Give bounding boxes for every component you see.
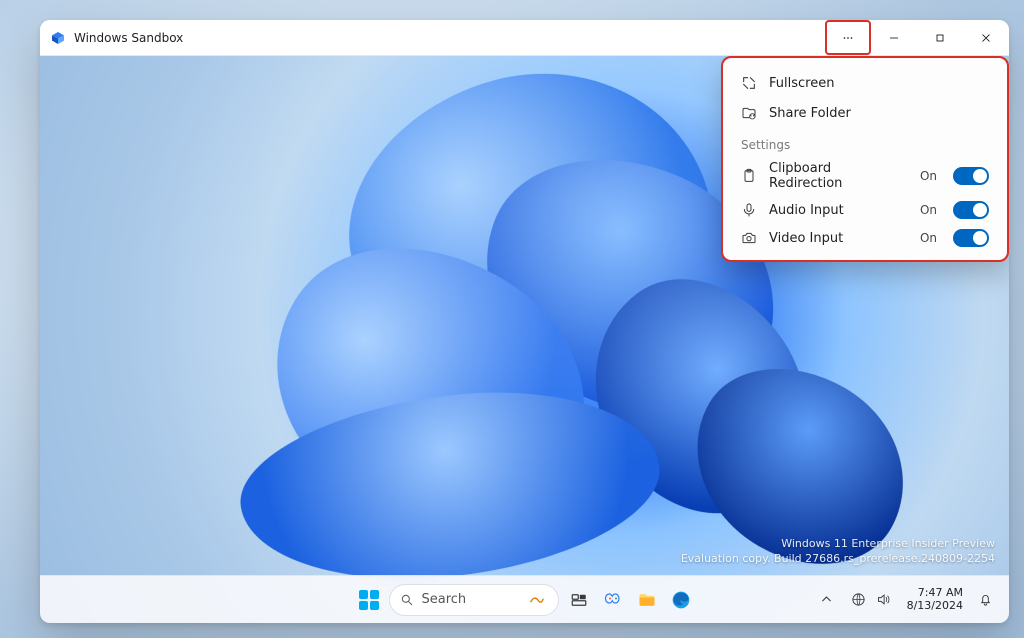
volume-icon	[876, 592, 891, 607]
ellipsis-icon	[842, 32, 854, 44]
edge-icon	[671, 590, 691, 610]
clipboard-icon	[741, 168, 757, 184]
task-view-button[interactable]	[565, 586, 593, 614]
toggle-audio-input[interactable]	[953, 201, 989, 219]
settings-section-label: Settings	[727, 128, 1003, 156]
titlebar[interactable]: Windows Sandbox	[40, 20, 1009, 56]
taskbar-right: 7:47 AM 8/13/2024	[813, 586, 999, 614]
toggle-clipboard-redirection[interactable]	[953, 167, 989, 185]
setting-audio-input: Audio Input On	[727, 196, 1003, 224]
taskbar-search[interactable]: Search	[389, 584, 559, 616]
close-button[interactable]	[963, 20, 1009, 55]
search-icon	[400, 593, 414, 607]
copilot-button[interactable]	[599, 586, 627, 614]
copilot-icon	[604, 591, 622, 609]
tray-overflow-button[interactable]	[813, 586, 841, 614]
menu-item-label: Fullscreen	[769, 76, 834, 91]
watermark-line: Evaluation copy. Build 27686.rs_prerelea…	[681, 552, 995, 567]
system-tray: 7:47 AM 8/13/2024	[813, 586, 999, 614]
share-folder-icon	[741, 105, 757, 121]
close-icon	[980, 32, 992, 44]
toggle-video-input[interactable]	[953, 229, 989, 247]
minimize-icon	[888, 32, 900, 44]
sandbox-window: Windows Sandbox Fullscreen	[40, 20, 1009, 623]
setting-state: On	[920, 231, 937, 245]
notifications-button[interactable]	[971, 586, 999, 614]
quick-settings-button[interactable]	[843, 588, 899, 611]
windows-watermark: Windows 11 Enterprise Insider Preview Ev…	[681, 537, 995, 567]
camera-icon	[741, 230, 757, 246]
sandbox-icon	[50, 30, 66, 46]
window-title: Windows Sandbox	[74, 31, 183, 45]
menu-item-share-folder[interactable]: Share Folder	[727, 98, 1003, 128]
search-placeholder: Search	[422, 592, 467, 607]
maximize-button[interactable]	[917, 20, 963, 55]
taskbar-center: Search	[355, 584, 695, 616]
more-options-button[interactable]	[825, 20, 871, 55]
network-icon	[851, 592, 866, 607]
edge-button[interactable]	[667, 586, 695, 614]
fullscreen-icon	[741, 75, 757, 91]
setting-label: Clipboard Redirection	[769, 161, 908, 191]
task-view-icon	[570, 591, 588, 609]
menu-item-label: Share Folder	[769, 106, 851, 121]
bell-icon	[978, 592, 993, 607]
folder-icon	[637, 590, 657, 610]
clock-time: 7:47 AM	[918, 587, 963, 599]
file-explorer-button[interactable]	[633, 586, 661, 614]
setting-label: Audio Input	[769, 203, 908, 218]
minimize-button[interactable]	[871, 20, 917, 55]
menu-item-fullscreen[interactable]: Fullscreen	[727, 68, 1003, 98]
setting-state: On	[920, 203, 937, 217]
setting-clipboard-redirection: Clipboard Redirection On	[727, 156, 1003, 196]
setting-video-input: Video Input On	[727, 224, 1003, 252]
watermark-line: Windows 11 Enterprise Insider Preview	[681, 537, 995, 552]
search-accent-icon	[530, 593, 544, 607]
setting-label: Video Input	[769, 231, 908, 246]
sandbox-taskbar: Search	[40, 575, 1009, 623]
start-button[interactable]	[355, 586, 383, 614]
setting-state: On	[920, 169, 937, 183]
maximize-icon	[934, 32, 946, 44]
more-options-menu: Fullscreen Share Folder Settings Clipboa…	[723, 58, 1007, 260]
clock-date: 8/13/2024	[907, 600, 963, 612]
microphone-icon	[741, 202, 757, 218]
chevron-up-icon	[819, 592, 834, 607]
sandbox-desktop[interactable]: Fullscreen Share Folder Settings Clipboa…	[40, 56, 1009, 623]
taskbar-clock[interactable]: 7:47 AM 8/13/2024	[901, 587, 969, 611]
